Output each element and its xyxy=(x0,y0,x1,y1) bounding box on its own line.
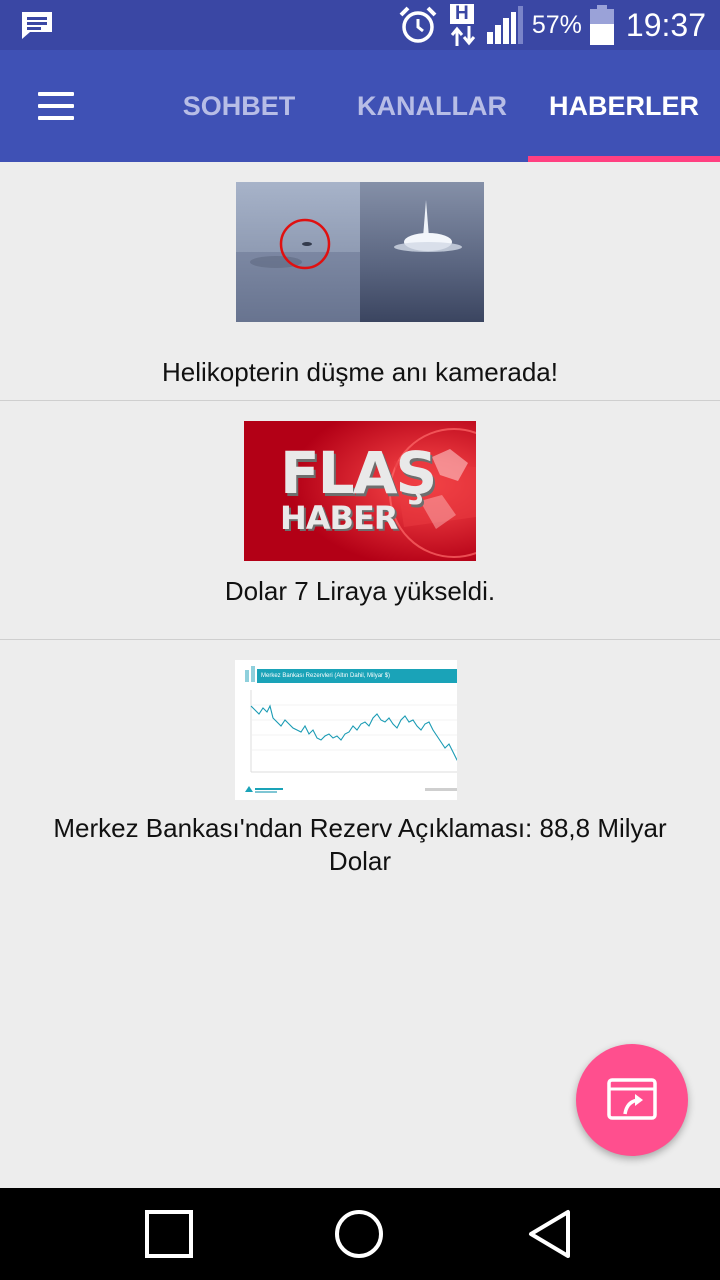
data-arrows-icon xyxy=(450,26,476,46)
reserve-chart-image: 88,8 124 116 108 100 92 86 Merkez Bankası Re… xyxy=(235,660,457,800)
news-title: Helikopterin düşme anı kamerada! xyxy=(162,357,558,387)
network-type-label: H xyxy=(449,4,474,24)
battery-icon xyxy=(589,5,614,45)
message-icon xyxy=(22,12,52,39)
chart-header-text: Merkez Bankası Rezervleri (Altın Dahil, … xyxy=(261,673,391,679)
recent-apps-icon xyxy=(145,1210,193,1258)
helicopter-crash-photo xyxy=(236,182,484,322)
tab-kanallar[interactable]: KANALLAR xyxy=(342,50,522,162)
tab-haberler[interactable]: HABERLER xyxy=(528,50,720,162)
home-button[interactable] xyxy=(299,1188,419,1280)
back-button[interactable] xyxy=(490,1188,610,1280)
alarm-clock-icon xyxy=(399,6,437,43)
network-type-icon: H xyxy=(446,4,478,46)
app-bar: SOHBET KANALLAR HABERLER xyxy=(0,50,720,162)
hamburger-menu-icon[interactable] xyxy=(36,90,76,122)
news-item[interactable]: 88,8 124 116 108 100 92 86 Merkez Bankası Re… xyxy=(0,640,720,902)
tab-sohbet[interactable]: SOHBET xyxy=(160,50,318,162)
news-list: Helikopterin düşme anı kamerada! FLAŞ HA… xyxy=(0,162,720,902)
back-icon xyxy=(529,1210,570,1258)
share-screen-icon xyxy=(607,1078,657,1120)
news-title: Dolar 7 Liraya yükseldi. xyxy=(224,576,496,606)
recent-apps-button[interactable] xyxy=(109,1188,229,1280)
navigation-bar xyxy=(0,1188,720,1280)
home-icon xyxy=(335,1210,383,1258)
signal-bars-icon xyxy=(486,6,523,44)
status-bar: H 57% 19:37 xyxy=(0,0,720,50)
news-item[interactable]: FLAŞ HABER Dolar 7 Liraya yükseldi. xyxy=(0,401,720,640)
news-title: Merkez Bankası'ndan Rezerv Açıklaması: 8… xyxy=(53,813,667,876)
battery-percent: 57% xyxy=(531,10,582,39)
flash-news-graphic: FLAŞ HABER xyxy=(244,421,476,561)
news-item[interactable]: Helikopterin düşme anı kamerada! xyxy=(0,162,720,401)
share-screen-button[interactable] xyxy=(576,1044,688,1156)
haber-text: HABER xyxy=(280,499,398,537)
clock-time: 19:37 xyxy=(625,6,706,43)
flash-text: FLAŞ xyxy=(280,439,437,507)
